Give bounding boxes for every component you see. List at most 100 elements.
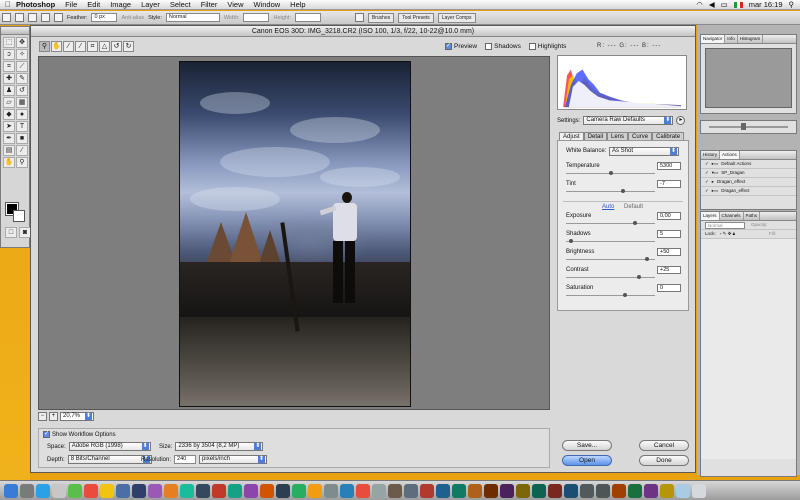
- path-select-tool-icon[interactable]: ➤: [3, 121, 15, 132]
- standard-mode-icon[interactable]: □: [5, 227, 17, 238]
- settings-menu-icon[interactable]: ▸: [676, 116, 686, 125]
- slice-tool-icon[interactable]: ⟋: [16, 61, 28, 72]
- menu-layer[interactable]: Layer: [141, 0, 160, 9]
- volume-icon[interactable]: ◀: [709, 0, 715, 9]
- preview-checkbox[interactable]: ✓ Preview: [445, 43, 477, 50]
- magic-wand-tool-icon[interactable]: ✧: [16, 49, 28, 60]
- app-icon[interactable]: [292, 483, 306, 498]
- hand-tool-icon[interactable]: ✋: [3, 157, 15, 168]
- calendar-icon[interactable]: [84, 483, 98, 498]
- tab-channels[interactable]: Channels: [720, 212, 744, 220]
- mail-icon[interactable]: [52, 483, 66, 498]
- spotlight-icon[interactable]: ⚲: [789, 0, 795, 9]
- contrast-input[interactable]: +25: [657, 266, 681, 274]
- lock-icons[interactable]: ▫ ✎ ✥ 🔒︎: [720, 230, 735, 238]
- itunes-icon[interactable]: [116, 483, 130, 498]
- lasso-tool-icon[interactable]: ↄ: [3, 49, 15, 60]
- menu-app-name[interactable]: Photoshop: [16, 0, 55, 9]
- tab-layers[interactable]: Layers: [701, 212, 720, 220]
- eyedropper-tool-icon[interactable]: ⁄: [16, 145, 28, 156]
- app-icon[interactable]: [356, 483, 370, 498]
- app-icon[interactable]: [420, 483, 434, 498]
- menu-image[interactable]: Image: [110, 0, 131, 9]
- save-button[interactable]: Save...: [562, 440, 612, 451]
- white-balance-tool-icon[interactable]: ⁄: [63, 41, 74, 52]
- brush-tool-icon[interactable]: ✎: [16, 73, 28, 84]
- exposure-input[interactable]: 0,00: [657, 212, 681, 220]
- settings-select[interactable]: Camera Raw Defaults: [583, 116, 674, 125]
- brightness-slider[interactable]: [644, 257, 649, 261]
- space-select[interactable]: Adobe RGB (1998): [68, 442, 151, 451]
- app-icon[interactable]: [612, 483, 626, 498]
- app-icon[interactable]: [516, 483, 530, 498]
- app-icon[interactable]: [580, 483, 594, 498]
- cancel-button[interactable]: Cancel: [639, 440, 689, 451]
- resolution-input[interactable]: 240: [174, 455, 197, 464]
- app-icon[interactable]: [676, 483, 690, 498]
- rotate-left-icon[interactable]: ↺: [111, 41, 122, 52]
- size-select[interactable]: 2336 by 3504 (8,2 MP): [175, 442, 264, 451]
- tools-title-bar[interactable]: [1, 27, 29, 35]
- preview-icon[interactable]: [100, 483, 114, 498]
- shadows-checkbox[interactable]: Shadows: [485, 43, 521, 50]
- stamp-tool-icon[interactable]: ♟: [3, 85, 15, 96]
- app-icon[interactable]: [244, 483, 258, 498]
- app-icon[interactable]: [228, 483, 242, 498]
- app-icon[interactable]: [644, 483, 658, 498]
- apple-icon[interactable]: : [0, 0, 16, 9]
- healing-tool-icon[interactable]: ✚: [3, 73, 15, 84]
- file-browser-icon[interactable]: [354, 13, 364, 22]
- highlights-checkbox[interactable]: Highlights: [528, 43, 566, 50]
- notes-tool-icon[interactable]: ▤: [3, 145, 15, 156]
- app-icon[interactable]: [628, 483, 642, 498]
- app-icon[interactable]: [548, 483, 562, 498]
- history-brush-tool-icon[interactable]: ↺: [16, 85, 28, 96]
- shadows-slider[interactable]: [569, 239, 573, 243]
- menu-file[interactable]: File: [65, 0, 77, 9]
- pen-tool-icon[interactable]: ✒: [3, 133, 15, 144]
- finder-icon[interactable]: [4, 483, 18, 498]
- rotate-right-icon[interactable]: ↻: [123, 41, 134, 52]
- tab-history[interactable]: History: [701, 151, 721, 159]
- wifi-icon[interactable]: ◠: [696, 0, 703, 9]
- app-icon[interactable]: [484, 483, 498, 498]
- navigator-thumbnail[interactable]: [705, 48, 792, 108]
- image-preview-area[interactable]: [38, 56, 550, 410]
- type-tool-icon[interactable]: T: [16, 121, 28, 132]
- contrast-slider[interactable]: [637, 275, 642, 279]
- menu-window[interactable]: Window: [253, 0, 280, 9]
- menu-edit[interactable]: Edit: [87, 0, 100, 9]
- palette-well-brushes[interactable]: Brushes: [367, 12, 395, 23]
- tab-info[interactable]: Info: [725, 35, 738, 43]
- app-icon[interactable]: [660, 483, 674, 498]
- tab-paths[interactable]: Paths: [744, 212, 761, 220]
- color-sampler-tool-icon[interactable]: ⁄: [75, 41, 86, 52]
- blend-mode-select[interactable]: Normal: [705, 221, 745, 229]
- app-icon[interactable]: [260, 483, 274, 498]
- action-row[interactable]: ✓ ▸▭ Dragan_effect: [701, 187, 796, 196]
- app-icon[interactable]: [500, 483, 514, 498]
- white-balance-select[interactable]: As Shot: [609, 147, 679, 156]
- app-icon[interactable]: [148, 483, 162, 498]
- app-icon[interactable]: [308, 483, 322, 498]
- eraser-tool-icon[interactable]: ▱: [3, 97, 15, 108]
- ichat-icon[interactable]: [68, 483, 82, 498]
- crop-tool-icon[interactable]: ⌗: [87, 41, 98, 52]
- show-workflow-toggle[interactable]: ✓ Show Workflow Options: [43, 431, 116, 438]
- menu-select[interactable]: Select: [170, 0, 191, 9]
- marquee-tool-icon[interactable]: ⬚: [3, 37, 15, 48]
- safari-icon[interactable]: [36, 483, 50, 498]
- flag-icon[interactable]: [733, 1, 743, 8]
- app-icon[interactable]: [180, 483, 194, 498]
- layers-list[interactable]: [701, 239, 796, 459]
- depth-select[interactable]: 8 Bits/Channel: [67, 455, 152, 464]
- app-icon[interactable]: [340, 483, 354, 498]
- hand-tool-icon[interactable]: ✋: [51, 41, 62, 52]
- zoom-in-icon[interactable]: +: [49, 412, 58, 421]
- zoom-level-select[interactable]: 20,7%: [60, 412, 94, 421]
- app-icon[interactable]: [564, 483, 578, 498]
- height-input[interactable]: [294, 13, 321, 22]
- palette-well-tool-presets[interactable]: Tool Presets: [398, 12, 434, 23]
- selection-new-icon[interactable]: [15, 13, 24, 22]
- tab-navigator[interactable]: Navigator: [701, 35, 726, 43]
